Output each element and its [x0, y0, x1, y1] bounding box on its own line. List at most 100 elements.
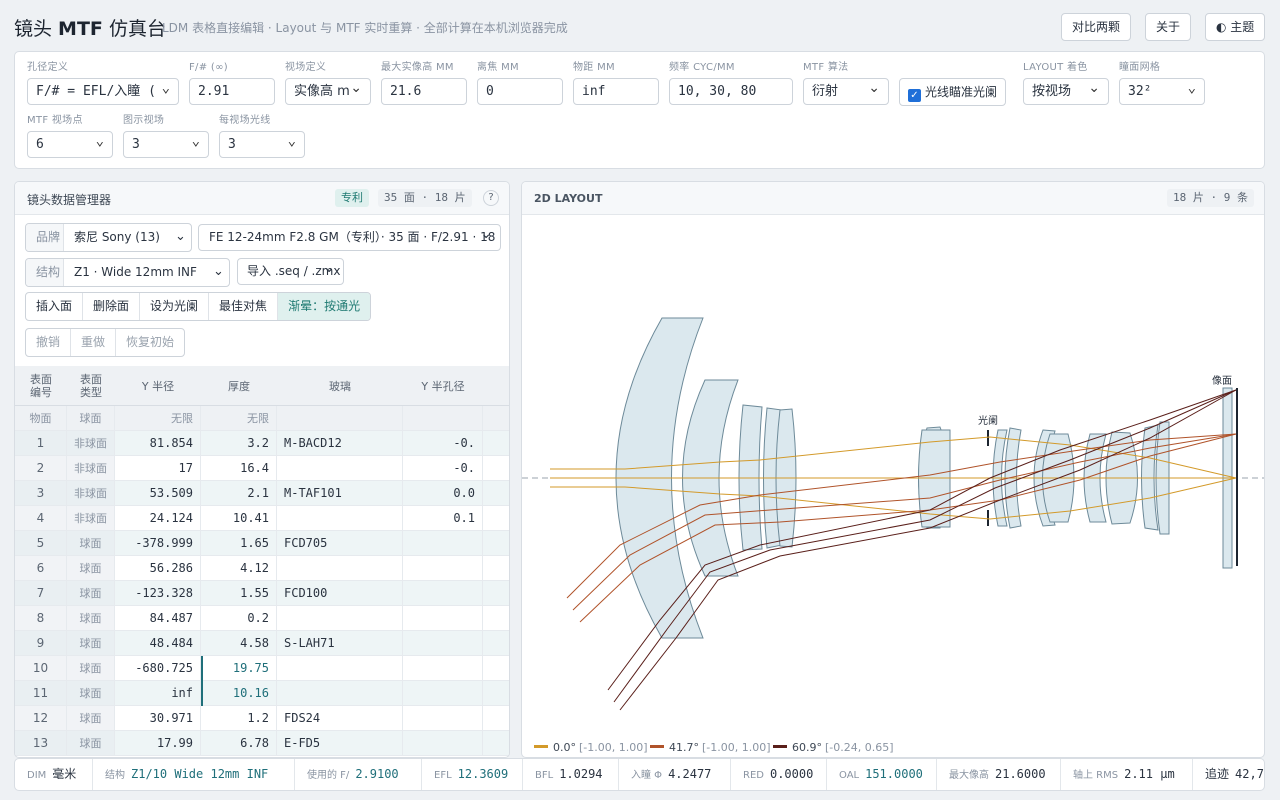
help-icon[interactable]: ?: [483, 190, 499, 206]
cell-radius[interactable]: 30.971: [115, 706, 201, 731]
layout-color-select[interactable]: 按视场: [1023, 78, 1109, 105]
mtf-algo-select[interactable]: 衍射: [803, 78, 889, 105]
table-row[interactable]: 7 球面 -123.328 1.55 FCD100: [15, 581, 509, 606]
cell-radius[interactable]: -123.328: [115, 581, 201, 606]
best-focus-button[interactable]: 最佳对焦: [209, 293, 279, 320]
vignetting-button[interactable]: 渐晕：按通光: [278, 293, 371, 320]
cell-semi-aperture[interactable]: [403, 656, 483, 681]
table-row[interactable]: 5 球面 -378.999 1.65 FCD705: [15, 531, 509, 556]
cell-radius[interactable]: -680.725: [115, 656, 201, 681]
cell-radius[interactable]: 81.854: [115, 431, 201, 456]
defocus-input[interactable]: 0: [477, 78, 563, 105]
cell-radius[interactable]: inf: [115, 681, 201, 706]
table-row[interactable]: 10 球面 -680.725 19.75: [15, 656, 509, 681]
cell-thickness[interactable]: 1.65: [201, 531, 277, 556]
cell-semi-aperture[interactable]: -0.: [403, 456, 483, 481]
shown-fields-select[interactable]: 3: [123, 131, 209, 158]
cell-radius[interactable]: -378.999: [115, 531, 201, 556]
cell-thickness[interactable]: 0.2: [201, 606, 277, 631]
cell-semi-aperture[interactable]: 0.0: [403, 481, 483, 506]
cell-thickness[interactable]: 1.55: [201, 581, 277, 606]
aperture-def-select[interactable]: F/# = EFL/入瞳 (: [27, 78, 179, 105]
structure-value[interactable]: Z1 · Wide 12mm INF: [64, 259, 229, 286]
max-image-height-input[interactable]: 21.6: [381, 78, 467, 105]
cell-glass[interactable]: [277, 656, 403, 681]
cell-thickness[interactable]: 4.58: [201, 631, 277, 656]
cell-radius[interactable]: 48.484: [115, 631, 201, 656]
frequency-input[interactable]: 10, 30, 80: [669, 78, 793, 105]
table-row[interactable]: 12 球面 30.971 1.2 FDS24: [15, 706, 509, 731]
structure-select[interactable]: 结构 Z1 · Wide 12mm INF: [25, 258, 230, 287]
cell-semi-aperture[interactable]: [403, 531, 483, 556]
insert-surface-button[interactable]: 插入面: [26, 293, 84, 320]
cell-thickness[interactable]: 19.75: [201, 656, 277, 681]
table-row[interactable]: 11 球面 inf 10.16: [15, 681, 509, 706]
undo-button[interactable]: 撤销: [26, 329, 72, 356]
brand-value[interactable]: 索尼 Sony (13): [64, 224, 191, 251]
cell-thickness[interactable]: 4.12: [201, 556, 277, 581]
cell-semi-aperture[interactable]: [403, 706, 483, 731]
rays-per-field-select[interactable]: 3: [219, 131, 305, 158]
cell-semi-aperture[interactable]: [403, 581, 483, 606]
table-row[interactable]: 9 球面 48.484 4.58 S-LAH71: [15, 631, 509, 656]
about-button[interactable]: 关于: [1145, 13, 1192, 41]
cell-thickness[interactable]: 6.78: [201, 731, 277, 756]
fnum-input[interactable]: 2.91: [189, 78, 275, 105]
cell-semi-aperture[interactable]: [403, 681, 483, 706]
cell-thickness[interactable]: 10.16: [201, 681, 277, 706]
compare-button[interactable]: 对比两颗: [1061, 13, 1132, 41]
cell-semi-aperture[interactable]: [403, 731, 483, 756]
cell-semi-aperture[interactable]: [403, 556, 483, 581]
layout-diagram[interactable]: 光阑 像面: [522, 215, 1264, 757]
table-row[interactable]: 8 球面 84.487 0.2: [15, 606, 509, 631]
import-button[interactable]: 导入 .seq / .zmx: [237, 258, 344, 285]
table-row[interactable]: 1 非球面 81.854 3.2 M-BACD12 -0.: [15, 431, 509, 456]
cell-glass[interactable]: FCD100: [277, 581, 403, 606]
cell-glass[interactable]: [277, 506, 403, 531]
cell-glass[interactable]: [277, 606, 403, 631]
table-row[interactable]: 6 球面 56.286 4.12: [15, 556, 509, 581]
ray-aim-checkbox[interactable]: ✓ 光线瞄准光阑: [899, 78, 1007, 106]
pupil-grid-select[interactable]: 32²: [1119, 78, 1205, 105]
object-distance-input[interactable]: inf: [573, 78, 659, 105]
cell-thickness[interactable]: 1.2: [201, 706, 277, 731]
cell-glass[interactable]: [277, 681, 403, 706]
checkbox-check-icon[interactable]: ✓: [908, 89, 921, 102]
cell-glass[interactable]: M-TAF101: [277, 481, 403, 506]
cell-glass[interactable]: [277, 456, 403, 481]
field-def-select[interactable]: 实像高 m: [285, 78, 371, 105]
cell-radius[interactable]: 53.509: [115, 481, 201, 506]
cell-radius[interactable]: 17.99: [115, 731, 201, 756]
cell-radius[interactable]: 17: [115, 456, 201, 481]
reset-button[interactable]: 恢复初始: [116, 329, 184, 356]
cell-type: 球面: [67, 631, 115, 656]
cell-semi-aperture[interactable]: -0.: [403, 431, 483, 456]
cell-thickness[interactable]: 16.4: [201, 456, 277, 481]
cell-glass[interactable]: FDS24: [277, 706, 403, 731]
cell-semi-aperture[interactable]: [403, 631, 483, 656]
table-row[interactable]: 4 非球面 24.124 10.41 0.1: [15, 506, 509, 531]
cell-radius[interactable]: 56.286: [115, 556, 201, 581]
cell-glass[interactable]: E-FD5: [277, 731, 403, 756]
table-row[interactable]: 13 球面 17.99 6.78 E-FD5: [15, 731, 509, 756]
cell-thickness[interactable]: 3.2: [201, 431, 277, 456]
cell-radius[interactable]: 84.487: [115, 606, 201, 631]
cell-thickness[interactable]: 2.1: [201, 481, 277, 506]
lens-model-select[interactable]: FE 12-24mm F2.8 GM（专利）· 35 面 · F/2.91 · …: [198, 224, 501, 251]
cell-thickness[interactable]: 10.41: [201, 506, 277, 531]
cell-glass[interactable]: S-LAH71: [277, 631, 403, 656]
cell-semi-aperture[interactable]: [403, 606, 483, 631]
set-stop-button[interactable]: 设为光阑: [140, 293, 210, 320]
brand-select[interactable]: 品牌 索尼 Sony (13): [25, 223, 192, 252]
cell-radius[interactable]: 24.124: [115, 506, 201, 531]
cell-glass[interactable]: FCD705: [277, 531, 403, 556]
table-row[interactable]: 2 非球面 17 16.4 -0.: [15, 456, 509, 481]
cell-glass[interactable]: M-BACD12: [277, 431, 403, 456]
cell-semi-aperture[interactable]: 0.1: [403, 506, 483, 531]
redo-button[interactable]: 重做: [71, 329, 117, 356]
mtf-field-pts-select[interactable]: 6: [27, 131, 113, 158]
delete-surface-button[interactable]: 删除面: [83, 293, 141, 320]
table-row[interactable]: 3 非球面 53.509 2.1 M-TAF101 0.0: [15, 481, 509, 506]
theme-button[interactable]: ◐ 主题: [1205, 13, 1266, 41]
cell-glass[interactable]: [277, 556, 403, 581]
